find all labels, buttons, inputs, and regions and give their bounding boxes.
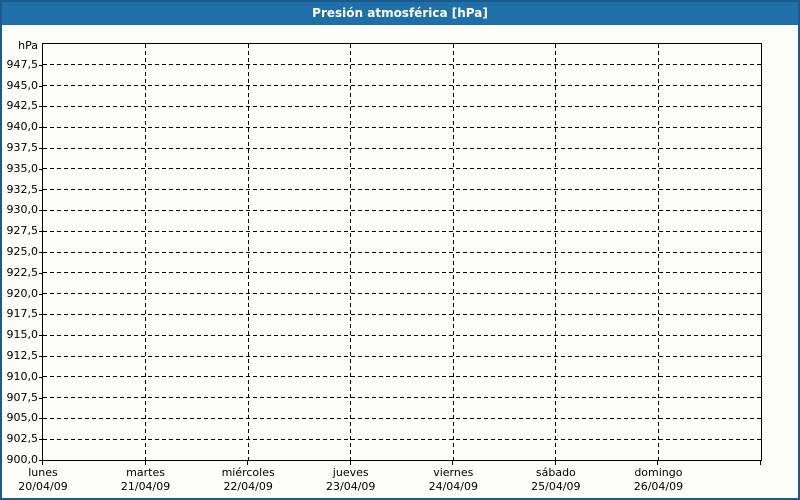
h-gridline [43, 251, 761, 253]
pressure-chart-window: Presión atmosférica [hPa] 947,5 945,0 942,… [0, 0, 800, 500]
h-gridline [43, 313, 761, 315]
x-axis-date-label: 21/04/09 [120, 480, 171, 493]
y-axis-tick [39, 397, 42, 399]
x-axis-day-label: sábado [535, 466, 576, 479]
h-gridline [43, 230, 761, 232]
y-axis-tick [39, 314, 42, 316]
y-axis-tick [39, 439, 42, 441]
y-axis-tick [39, 335, 42, 337]
h-gridline [43, 334, 761, 336]
y-axis-tick-label: 947,5 [6, 57, 39, 71]
y-axis-tick [39, 293, 42, 295]
x-axis-day-label: lunes [28, 466, 58, 479]
y-axis-tick [39, 189, 42, 191]
y-axis-tick-label: 920,0 [6, 286, 39, 300]
chart-title: Presión atmosférica [hPa] [312, 6, 488, 20]
x-axis-day-label: domingo [634, 466, 683, 479]
h-gridline [43, 438, 761, 440]
y-axis-tick-label: 905,0 [6, 411, 39, 425]
y-axis-unit-label: hPa [18, 39, 38, 52]
x-axis-tick [349, 461, 351, 465]
y-axis-tick-label: 942,5 [6, 99, 39, 113]
x-axis-day-label: viernes [433, 466, 474, 479]
y-axis-tick [39, 252, 42, 253]
y-axis-tick-label: 915,0 [6, 328, 39, 342]
x-axis-label: viernes 24/04/09 [401, 466, 505, 494]
y-axis-tick-label: 902,5 [6, 432, 39, 446]
x-axis-label: sábado 25/04/09 [504, 466, 608, 494]
y-axis-tick [39, 272, 42, 274]
h-gridline [43, 85, 761, 87]
x-axis-day-label: jueves [332, 466, 369, 479]
v-gridline [145, 44, 147, 460]
x-axis-date-label: 23/04/09 [326, 480, 376, 493]
y-axis-tick-label: 912,5 [6, 349, 39, 362]
x-axis-day-label: martes [126, 466, 165, 479]
h-gridline [43, 147, 761, 149]
y-axis-tick-label: 927,5 [6, 224, 39, 238]
y-axis-tick [39, 356, 42, 357]
y-axis-tick-label: 922,5 [6, 265, 39, 279]
y-axis-tick [39, 418, 42, 420]
h-gridline [43, 209, 761, 211]
y-axis-tick [39, 168, 42, 170]
y-axis-tick [39, 210, 42, 212]
h-gridline [43, 168, 761, 170]
h-gridline [43, 64, 761, 66]
x-axis-tick [42, 461, 43, 465]
v-gridline [350, 44, 352, 460]
h-gridline [43, 272, 761, 274]
y-axis-tick [39, 85, 42, 87]
v-gridline [657, 44, 659, 460]
y-axis-tick [39, 231, 42, 233]
x-axis-tick [247, 461, 249, 465]
h-gridline [43, 355, 761, 357]
x-axis-tick [144, 461, 146, 465]
y-axis-tick-label: 917,5 [6, 307, 39, 321]
y-axis-tick-label: 945,0 [6, 78, 39, 92]
y-axis-tick [39, 106, 42, 108]
h-gridline [43, 126, 761, 128]
plot-area [42, 43, 762, 461]
y-axis-tick-label: 930,0 [6, 203, 39, 217]
y-axis-tick [39, 148, 42, 149]
v-gridline [247, 44, 249, 460]
h-gridline [43, 293, 761, 295]
y-axis-tick-label: 925,0 [6, 245, 39, 258]
x-axis-date-label: 22/04/09 [223, 480, 273, 493]
x-axis-label: domingo 26/04/09 [606, 466, 710, 494]
x-axis-tick [452, 461, 454, 465]
y-axis-tick-label: 940,0 [6, 120, 39, 134]
h-gridline [43, 397, 761, 399]
y-axis-tick-label: 935,0 [6, 161, 39, 175]
y-axis-tick [39, 376, 42, 378]
y-axis-tick [39, 64, 42, 66]
h-gridline [43, 376, 761, 378]
chart-title-bar: Presión atmosférica [hPa] [2, 2, 798, 25]
x-axis-day-label: miércoles [221, 466, 275, 479]
y-axis-tick [39, 127, 42, 129]
x-axis-label: miércoles 22/04/09 [196, 466, 300, 494]
x-axis-tick [554, 461, 556, 465]
h-gridline [43, 105, 761, 107]
x-axis-date-label: 26/04/09 [633, 480, 684, 493]
y-axis-tick-label: 910,0 [6, 369, 39, 383]
x-axis-label: lunes 20/04/09 [2, 466, 95, 494]
x-axis-date-label: 20/04/09 [18, 480, 68, 493]
v-gridline [555, 44, 557, 460]
v-gridline [452, 44, 454, 460]
x-axis-label: martes 21/04/09 [94, 466, 198, 494]
y-axis-tick-label: 900,0 [6, 453, 39, 466]
y-axis-tick-label: 907,5 [6, 390, 39, 404]
x-axis-tick [760, 461, 761, 465]
x-axis-date-label: 25/04/09 [531, 480, 581, 493]
y-axis-tick-label: 937,5 [6, 141, 39, 154]
h-gridline [43, 189, 761, 191]
x-axis-tick [657, 461, 659, 465]
x-axis-label: jueves 23/04/09 [299, 466, 403, 494]
y-axis-tick-label: 932,5 [6, 182, 39, 196]
h-gridline [43, 417, 761, 419]
x-axis-date-label: 24/04/09 [428, 480, 478, 493]
